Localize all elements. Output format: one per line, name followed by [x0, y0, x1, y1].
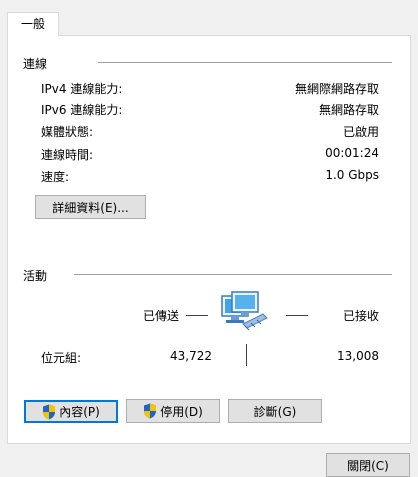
close-button[interactable]: 關閉(C)	[326, 453, 410, 477]
tab-general[interactable]: 一般	[7, 12, 59, 36]
diagnose-button[interactable]: 診斷(G)	[228, 399, 322, 423]
duration-label: 連線時間:	[41, 148, 94, 162]
shield-icon	[43, 404, 56, 419]
details-button[interactable]: 詳細資料(E)...	[35, 195, 146, 219]
received-label: 已接收	[342, 309, 379, 323]
bytes-sent-value: 43,722	[170, 349, 212, 363]
activity-divider	[74, 274, 392, 275]
media-state-label: 媒體狀態:	[41, 125, 94, 139]
sent-label: 已傳送	[143, 309, 180, 323]
properties-label: 內容(P)	[59, 405, 100, 419]
speed-value: 1.0 Gbps	[325, 168, 379, 182]
disable-button[interactable]: 停用(D)	[126, 399, 220, 423]
properties-button[interactable]: 內容(P)	[24, 400, 118, 423]
shield-icon	[144, 403, 157, 419]
tab-panel: 連線 IPv4 連線能力: 無網際網路存取 IPv6 連線能力: 無網路存取 媒…	[7, 35, 411, 444]
media-state-value: 已啟用	[342, 125, 379, 139]
bytes-divider	[246, 344, 247, 366]
disable-label: 停用(D)	[160, 404, 203, 419]
duration-value: 00:01:24	[325, 146, 379, 160]
network-activity-icon	[221, 291, 268, 331]
ipv6-label: IPv6 連線能力:	[41, 103, 123, 117]
ipv4-label: IPv4 連線能力:	[41, 82, 123, 96]
activity-section-label: 活動	[23, 269, 48, 283]
connection-section-label: 連線	[23, 57, 48, 71]
bytes-label: 位元組:	[41, 351, 82, 365]
connection-divider	[98, 62, 392, 63]
bytes-received-value: 13,008	[337, 349, 379, 363]
ipv4-value: 無網際網路存取	[294, 82, 379, 96]
speed-label: 速度:	[41, 170, 70, 184]
received-line	[286, 315, 308, 316]
ipv6-value: 無網路存取	[318, 103, 379, 117]
sent-line	[186, 315, 208, 316]
